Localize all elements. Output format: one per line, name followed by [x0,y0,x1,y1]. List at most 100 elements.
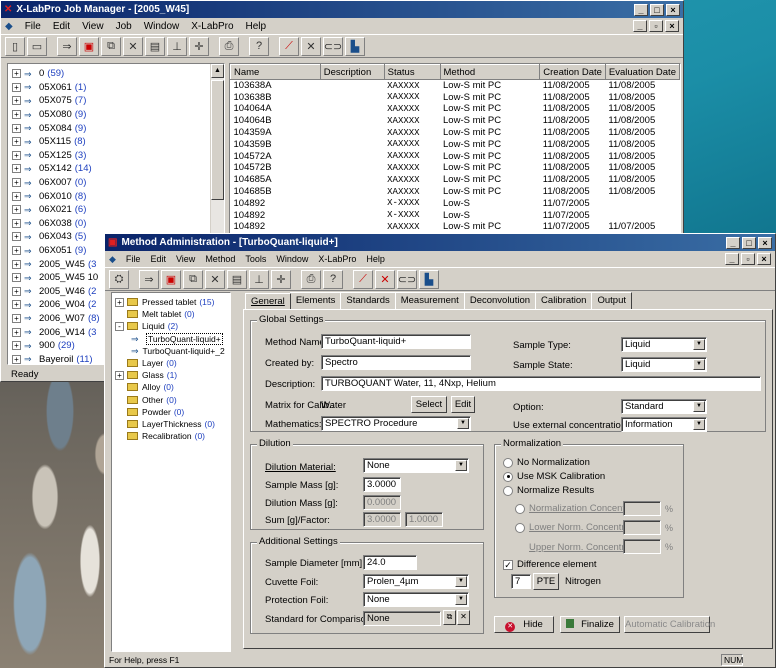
delete-icon[interactable]: ✕ [123,36,143,56]
expand-icon[interactable]: + [12,123,21,133]
m-print-icon[interactable]: ⎙ [301,269,321,289]
m-help-icon[interactable]: ? [323,269,343,289]
expand-icon[interactable]: - [115,321,124,331]
difference-element-checkbox[interactable]: ✓ Difference element [503,559,597,570]
method-minimize-button[interactable]: _ [726,236,740,249]
expand-icon[interactable]: + [12,110,21,120]
expand-icon[interactable]: + [12,69,21,79]
mdi-close-button[interactable]: × [665,20,679,32]
menu-help[interactable]: Help [246,21,267,32]
table-row[interactable]: 104892 X-XXXX Low-S 11/07/2005 [231,209,680,221]
use-external-select[interactable]: Information ▼ [621,417,707,432]
tab-standards[interactable]: Standards [340,292,396,309]
matrix-select-button[interactable]: Select [411,396,447,413]
expand-icon[interactable]: + [12,273,21,283]
table-row[interactable]: 104064A XAXXXX Low-S mit PC 11/08/2005 11/08… [231,103,680,115]
m-export-icon[interactable]: ▣ [161,269,181,289]
m-cross-icon[interactable]: ✕ [375,269,395,289]
m-menu-file[interactable]: File [126,254,141,264]
link-icon[interactable]: ⊂⊃ [323,36,343,56]
new-icon[interactable]: ▯ [5,36,25,56]
m-copy-icon[interactable]: ⧉ [183,269,203,289]
m-menu-view[interactable]: View [176,254,195,264]
standard-clear-button[interactable]: ✕ [457,610,470,625]
expand-icon[interactable]: + [12,286,21,296]
table-row[interactable]: 104685B XAXXXX Low-S mit PC 11/08/2005 11/08… [231,186,680,198]
expand-icon[interactable]: + [12,164,21,174]
job-tree-item[interactable]: + ⇒ 05X075 (7) [12,94,220,108]
sample-mass-input[interactable]: 3.0000 [363,477,401,492]
menu-window[interactable]: Window [144,21,180,32]
method-category-item[interactable]: Other (0) [115,394,227,406]
column-header[interactable]: Status [383,64,441,80]
difference-z-input[interactable]: 7 [511,574,531,589]
method-category-item[interactable]: + Glass (1) [115,369,227,381]
table-row[interactable]: 104359B XAXXXX Low-S mit PC 11/08/2005 11/08… [231,138,680,150]
automatic-calibration-button[interactable]: Automatic Calibration [624,616,715,633]
menu-xlabpro[interactable]: X-LabPro [191,21,233,32]
table-row[interactable]: 104359A XAXXXX Low-S mit PC 11/08/2005 11/08… [231,127,680,139]
open-icon[interactable]: ▭ [27,36,47,56]
menu-edit[interactable]: Edit [53,21,70,32]
standard-pick-button[interactable]: ⧉ [443,610,456,625]
report-icon[interactable]: ▤ [145,36,165,56]
m-menu-tools[interactable]: Tools [245,254,266,264]
move-icon[interactable]: ✛ [189,36,209,56]
table-row[interactable]: 104685A XAXXXX Low-S mit PC 11/08/2005 11/08… [231,174,680,186]
tab-output[interactable]: Output [591,292,632,309]
cross-icon[interactable]: ✕ [301,36,321,56]
sample-type-select[interactable]: Liquid ▼ [621,337,707,352]
import-icon[interactable]: ⇒ [57,36,77,56]
expand-icon[interactable]: + [12,354,21,364]
maximize-button[interactable]: □ [650,3,664,16]
minimize-button[interactable]: _ [634,3,648,16]
method-name-input[interactable]: TurboQuant-liquid+ [321,334,471,349]
method-category-item[interactable]: Layer (0) [115,357,227,369]
m-new-icon[interactable]: ⛭ [109,269,129,289]
sample-state-select[interactable]: Liquid ▼ [621,357,707,372]
no-normalization-radio[interactable]: No Normalization [503,457,590,468]
chart-icon[interactable]: ⊥ [167,36,187,56]
table-row[interactable]: 104572B XAXXXX Low-S mit PC 11/08/2005 11/08… [231,162,680,174]
m-chart-icon[interactable]: ⊥ [249,269,269,289]
m-report-icon[interactable]: ▤ [227,269,247,289]
help-icon[interactable]: ? [249,36,269,56]
job-tree-item[interactable]: + ⇒ 05X115 (8) [12,135,220,149]
option-select[interactable]: Standard ▼ [621,399,707,414]
expand-icon[interactable]: + [12,205,21,215]
spectrum-icon[interactable]: ⟋ [279,36,299,56]
expand-icon[interactable]: + [12,137,21,147]
job-tree-item[interactable]: + ⇒ 06X010 (8) [12,189,220,203]
job-tree-item[interactable]: + ⇒ 05X125 (3) [12,149,220,163]
expand-icon[interactable]: + [12,178,21,188]
scroll-up-button[interactable]: ▲ [211,64,224,78]
expand-icon[interactable]: + [12,232,21,242]
table-row[interactable]: 103638B XAXXXX Low-S mit PC 11/08/2005 11/08… [231,91,680,103]
expand-icon[interactable]: + [12,341,21,351]
expand-icon[interactable]: + [12,191,21,201]
method-category-item[interactable]: Powder (0) [115,406,227,418]
tab-calibration[interactable]: Calibration [535,292,593,309]
use-msk-radio[interactable]: Use MSK Calibration [503,471,605,482]
m-menu-edit[interactable]: Edit [150,254,166,264]
m-graph-icon[interactable]: ▙ [419,269,439,289]
expand-icon[interactable]: + [12,300,21,310]
job-tree-item[interactable]: + ⇒ 05X061 (1) [12,81,220,95]
job-tree-item[interactable]: + ⇒ 05X080 (9) [12,108,220,122]
method-tree-item[interactable]: ⇒ TurboQuant-liquid+ [115,332,227,345]
expand-icon[interactable]: + [12,150,21,160]
method-category-item[interactable]: + Pressed tablet (15) [115,296,227,308]
expand-icon[interactable]: + [12,82,21,92]
expand-icon[interactable]: + [12,259,21,269]
column-header[interactable]: Name [230,64,321,80]
protection-foil-select[interactable]: None ▼ [363,592,469,607]
export-icon[interactable]: ▣ [79,36,99,56]
m-import-icon[interactable]: ⇒ [139,269,159,289]
job-tree-item[interactable]: + ⇒ 05X084 (9) [12,121,220,135]
table-row[interactable]: 104064B XAXXXX Low-S mit PC 11/08/2005 11/08… [231,115,680,127]
copy-icon[interactable]: ⧉ [101,36,121,56]
normalize-results-radio[interactable]: Normalize Results [503,485,594,496]
graph-icon[interactable]: ▙ [345,36,365,56]
method-tree[interactable]: + Pressed tablet (15) Melt tablet (0) - Liquid… [111,292,231,652]
method-category-item[interactable]: - Liquid (2) [115,320,227,332]
